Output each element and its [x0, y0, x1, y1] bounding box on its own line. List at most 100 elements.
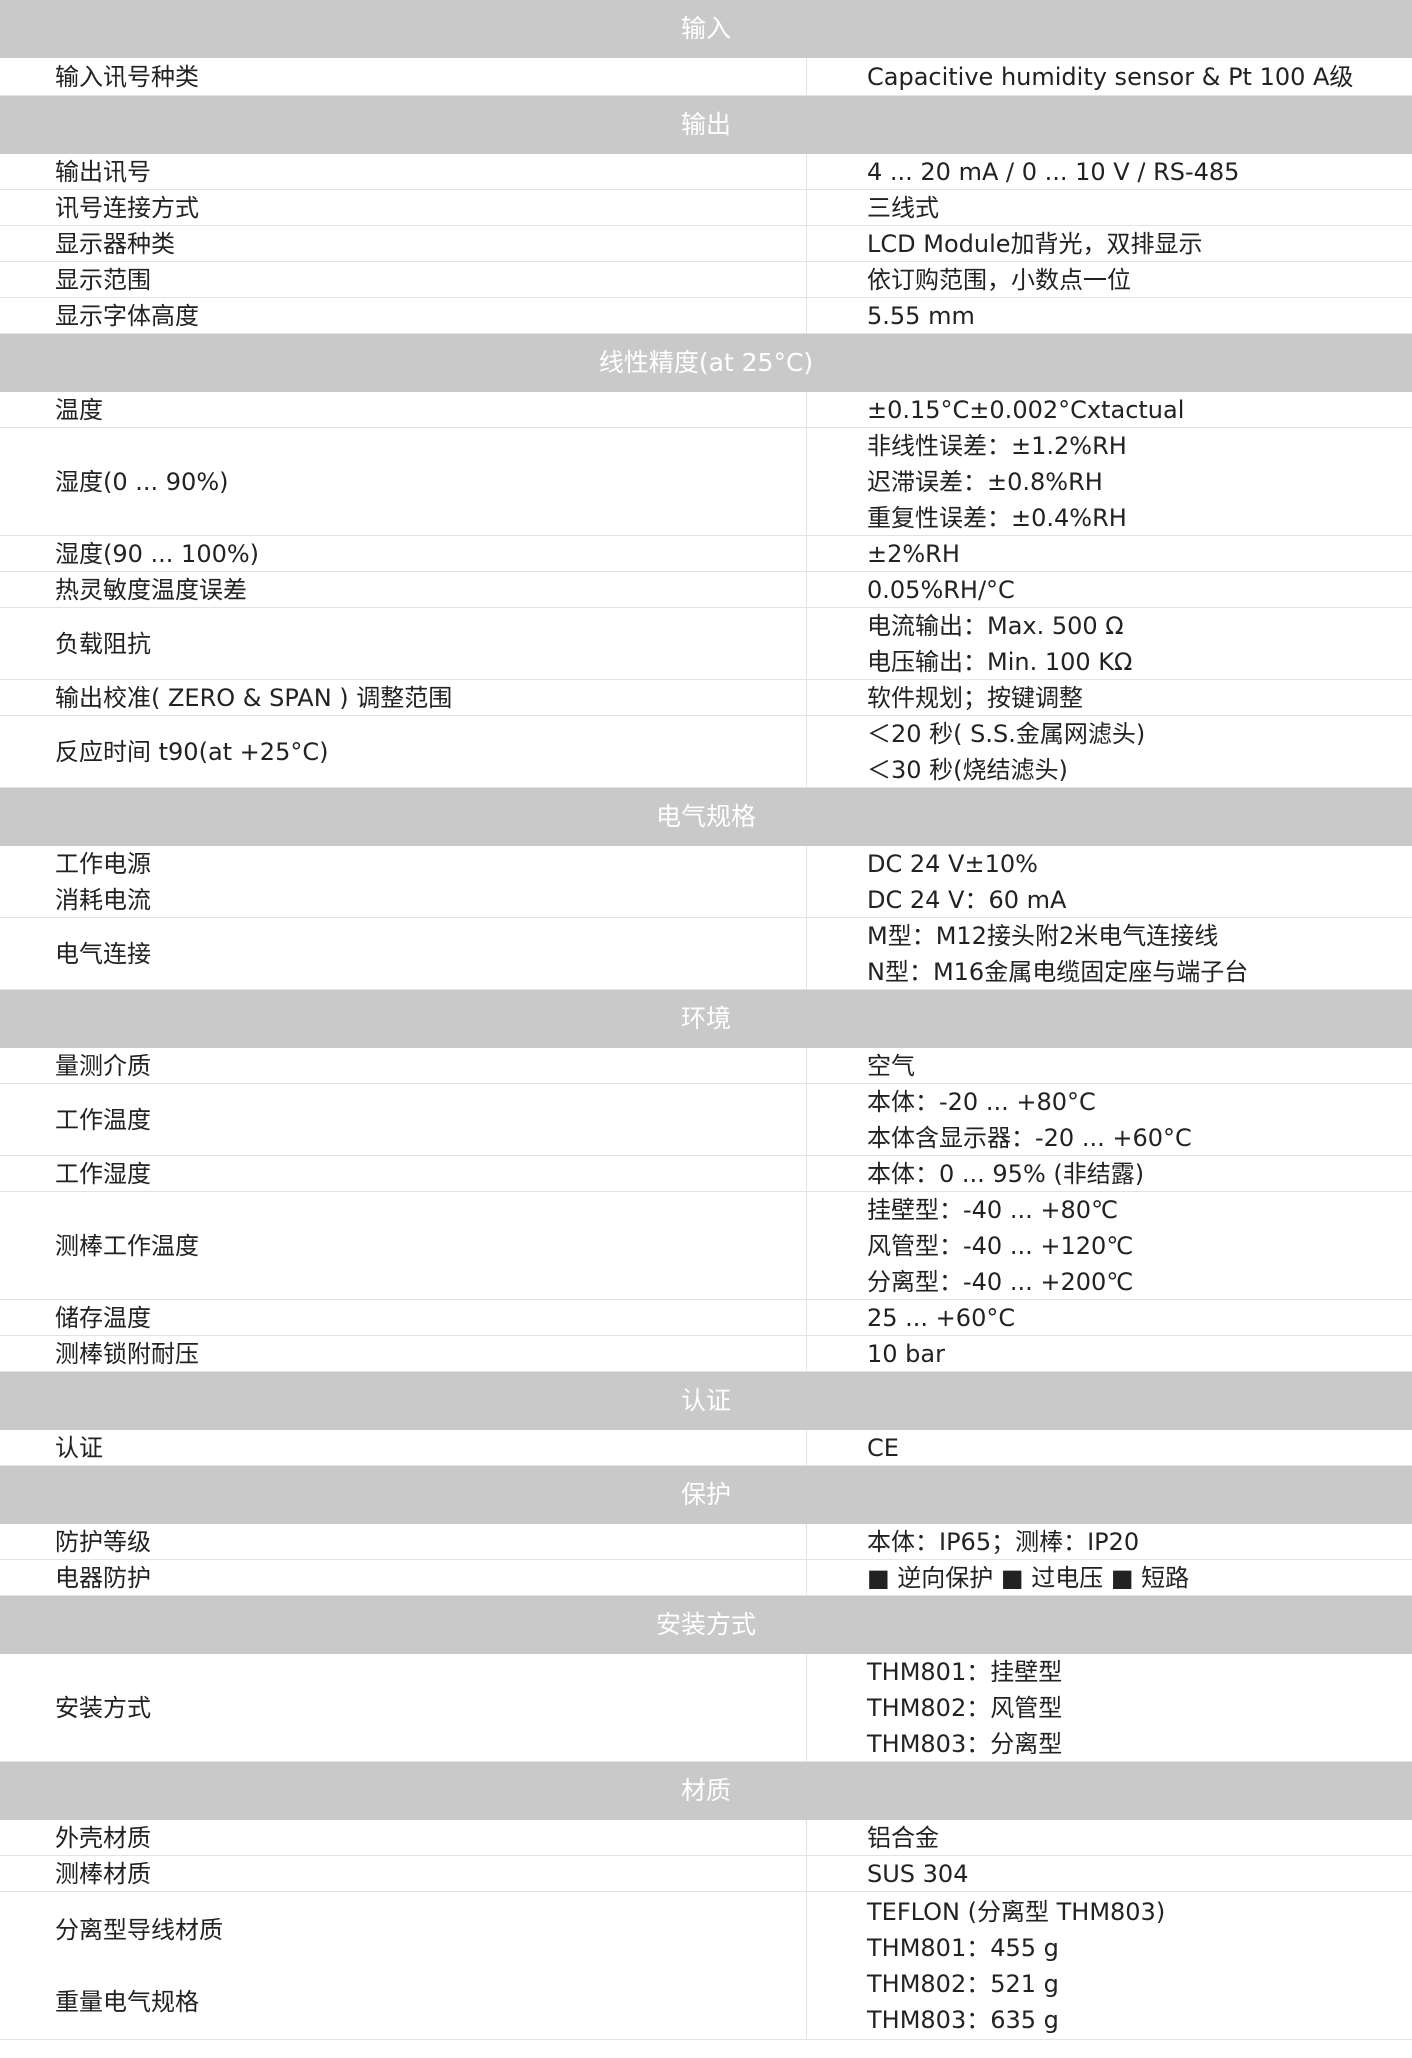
section-header: 材质 — [0, 1762, 1412, 1820]
spec-row: 输出讯号 4 ... 20 mA / 0 ... 10 V / RS-485 — [0, 154, 1412, 190]
spec-label-line: 测棒材质 — [55, 1859, 151, 1888]
spec-value-line: SUS 304 — [867, 1859, 969, 1888]
spec-label-line: 显示字体高度 — [55, 301, 199, 330]
spec-label: 湿度(0 ... 90%) — [0, 428, 807, 535]
spec-row: 输出校准( ZERO & SPAN ) 调整范围 软件规划；按键调整 — [0, 680, 1412, 716]
spec-label-line: 安装方式 — [55, 1693, 151, 1722]
spec-value: CE — [807, 1430, 1412, 1465]
spec-row: 湿度(90 ... 100%) ±2%RH — [0, 536, 1412, 572]
spec-value-line: THM801：挂壁型 — [867, 1657, 1063, 1686]
spec-value-line: 空气 — [867, 1051, 915, 1080]
spec-value-line: 电压输出：Min. 100 KΩ — [867, 647, 1133, 676]
spec-value: DC 24 V±10% DC 24 V：60 mA — [807, 846, 1412, 917]
section-header: 认证 — [0, 1372, 1412, 1430]
spec-value-line: 分离型：-40 ... +200℃ — [867, 1267, 1134, 1296]
spec-value-line: THM802：521 g — [867, 1969, 1059, 1998]
section-header: 电气规格 — [0, 788, 1412, 846]
spec-value: Capacitive humidity sensor & Pt 100 A级 — [807, 58, 1412, 95]
spec-label: 认证 — [0, 1430, 807, 1465]
spec-value: ±2%RH — [807, 536, 1412, 571]
section-header: 保护 — [0, 1466, 1412, 1524]
spec-row: 电器防护 ■ 逆向保护 ■ 过电压 ■ 短路 — [0, 1560, 1412, 1596]
spec-value-line: 5.55 mm — [867, 301, 975, 330]
spec-label-line: 电气连接 — [55, 939, 151, 968]
spec-value: LCD Module加背光，双排显示 — [807, 226, 1412, 261]
spec-value-line: TEFLON (分离型 THM803) — [867, 1897, 1166, 1926]
spec-label-line: 湿度(0 ... 90%) — [55, 467, 229, 496]
spec-label: 储存温度 — [0, 1300, 807, 1335]
spec-label: 测棒锁附耐压 — [0, 1336, 807, 1371]
spec-value-line: 非线性误差：±1.2%RH — [867, 431, 1127, 460]
spec-value-line: ■ 逆向保护 ■ 过电压 ■ 短路 — [867, 1563, 1190, 1592]
spec-row: 反应时间 t90(at +25°C) ＜20 秒( S.S.金属网滤头) ＜30 秒… — [0, 716, 1412, 788]
spec-label-line: 工作温度 — [55, 1105, 151, 1134]
spec-label: 输入讯号种类 — [0, 58, 807, 95]
spec-row: 外壳材质 铝合金 — [0, 1820, 1412, 1856]
spec-row: 工作温度 本体：-20 ... +80°C 本体含显示器：-20 ... +60°C — [0, 1084, 1412, 1156]
section-header: 环境 — [0, 990, 1412, 1048]
spec-label-line: 湿度(90 ... 100%) — [55, 539, 260, 568]
spec-row: 温度 ±0.15°C±0.002°Cxtactual — [0, 392, 1412, 428]
spec-label: 防护等级 — [0, 1524, 807, 1559]
spec-value-line: 25 ... +60°C — [867, 1303, 1016, 1332]
spec-value-line: 10 bar — [867, 1339, 945, 1368]
spec-value-line: 电流输出：Max. 500 Ω — [867, 611, 1124, 640]
spec-value-line: THM801：455 g — [867, 1933, 1059, 1962]
spec-value-line: CE — [867, 1433, 899, 1462]
spec-label-line: 认证 — [55, 1433, 103, 1462]
spec-value: 空气 — [807, 1048, 1412, 1083]
spec-row: 工作湿度 本体：0 ... 95% (非结露) — [0, 1156, 1412, 1192]
spec-label-line: 工作湿度 — [55, 1159, 151, 1188]
spec-value-line: DC 24 V±10% — [867, 849, 1038, 878]
spec-row: 负载阻抗 电流输出：Max. 500 Ω 电压输出：Min. 100 KΩ — [0, 608, 1412, 680]
spec-label-line — [55, 1948, 223, 1984]
spec-value-line: LCD Module加背光，双排显示 — [867, 229, 1203, 258]
spec-value: 0.05%RH/°C — [807, 572, 1412, 607]
spec-value: 25 ... +60°C — [807, 1300, 1412, 1335]
spec-row: 测棒工作温度 挂壁型：-40 ... +80℃ 风管型：-40 ... +120℃ 分… — [0, 1192, 1412, 1300]
spec-value-line: N型：M16金属电缆固定座与端子台 — [867, 957, 1249, 986]
spec-row: 显示字体高度 5.55 mm — [0, 298, 1412, 334]
spec-label: 热灵敏度温度误差 — [0, 572, 807, 607]
spec-row: 认证 CE — [0, 1430, 1412, 1466]
spec-row: 湿度(0 ... 90%) 非线性误差：±1.2%RH 迟滞误差：±0.8%RH 重复… — [0, 428, 1412, 536]
spec-label: 显示字体高度 — [0, 298, 807, 333]
spec-label-line: 热灵敏度温度误差 — [55, 575, 247, 604]
spec-label-line: 重量电气规格 — [55, 1987, 199, 2016]
spec-label: 工作电源 消耗电流 — [0, 846, 807, 917]
spec-value: 5.55 mm — [807, 298, 1412, 333]
spec-value-line: THM803：635 g — [867, 2005, 1059, 2034]
spec-label-line: 测棒锁附耐压 — [55, 1339, 199, 1368]
spec-label-line: 储存温度 — [55, 1303, 151, 1332]
spec-value-line: ±0.15°C±0.002°Cxtactual — [867, 395, 1185, 424]
spec-label-line: 温度 — [55, 395, 103, 424]
spec-value: 挂壁型：-40 ... +80℃ 风管型：-40 ... +120℃ 分离型：-40… — [807, 1192, 1412, 1299]
spec-label-line: 显示器种类 — [55, 229, 175, 258]
spec-label: 湿度(90 ... 100%) — [0, 536, 807, 571]
spec-label-line: 输出讯号 — [55, 157, 151, 186]
spec-label-line: 输入讯号种类 — [55, 62, 199, 91]
section-header: 输出 — [0, 96, 1412, 154]
spec-label: 显示范围 — [0, 262, 807, 297]
spec-value-line: THM803：分离型 — [867, 1729, 1063, 1758]
spec-value: 10 bar — [807, 1336, 1412, 1371]
spec-value: 软件规划；按键调整 — [807, 680, 1412, 715]
spec-label-line: 测棒工作温度 — [55, 1231, 199, 1260]
spec-label-line: 量测介质 — [55, 1051, 151, 1080]
spec-value: 依订购范围，小数点一位 — [807, 262, 1412, 297]
spec-label: 工作温度 — [0, 1084, 807, 1155]
spec-value-line: ±2%RH — [867, 539, 960, 568]
spec-value-line: ＜30 秒(烧结滤头) — [867, 755, 1068, 784]
spec-label-line: 电器防护 — [55, 1563, 151, 1592]
spec-value: TEFLON (分离型 THM803) THM801：455 g THM802：52… — [807, 1892, 1412, 2039]
spec-value-line: THM802：风管型 — [867, 1693, 1063, 1722]
spec-value-line: 4 ... 20 mA / 0 ... 10 V / RS-485 — [867, 157, 1240, 186]
spec-value-line: 本体：IP65；测棒：IP20 — [867, 1527, 1140, 1556]
spec-label-line: 分离型导线材质 — [55, 1915, 223, 1944]
spec-label: 电器防护 — [0, 1560, 807, 1595]
spec-row: 热灵敏度温度误差 0.05%RH/°C — [0, 572, 1412, 608]
section-header: 安装方式 — [0, 1596, 1412, 1654]
spec-label: 测棒工作温度 — [0, 1192, 807, 1299]
spec-row: 测棒材质 SUS 304 — [0, 1856, 1412, 1892]
spec-label-line: 外壳材质 — [55, 1823, 151, 1852]
